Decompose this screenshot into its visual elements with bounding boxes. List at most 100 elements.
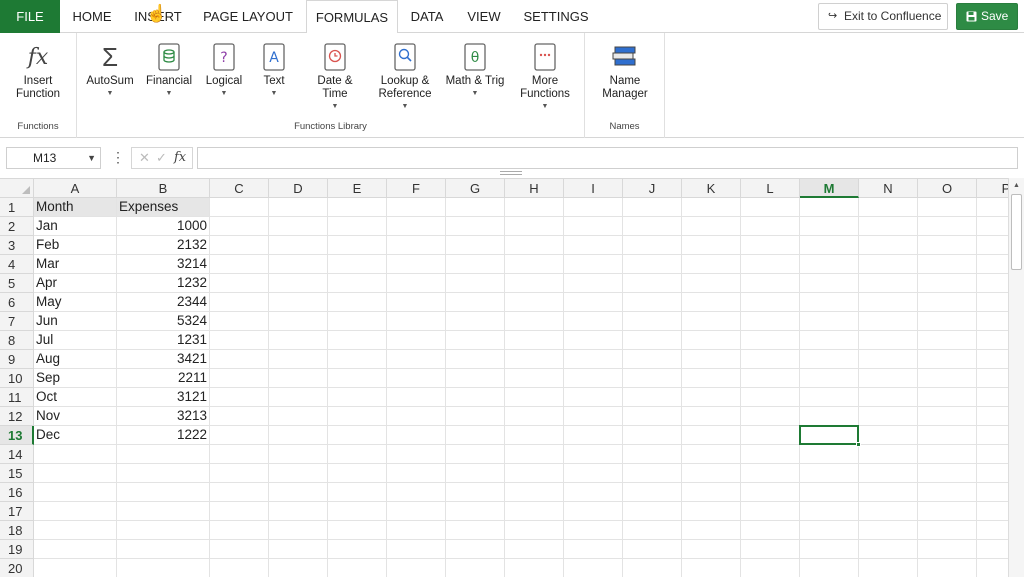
cell-o18[interactable] (918, 521, 977, 540)
cell-d12[interactable] (269, 407, 328, 426)
cell-f7[interactable] (387, 312, 446, 331)
cell-o13[interactable] (918, 426, 977, 445)
cell-g4[interactable] (446, 255, 505, 274)
cell-g6[interactable] (446, 293, 505, 312)
cell-l6[interactable] (741, 293, 800, 312)
cell-l4[interactable] (741, 255, 800, 274)
cell-i7[interactable] (564, 312, 623, 331)
cell-a1[interactable]: Month (34, 198, 117, 217)
cancel-icon[interactable]: ✕ (139, 148, 150, 168)
cell-i9[interactable] (564, 350, 623, 369)
cell-d7[interactable] (269, 312, 328, 331)
cell-p20[interactable] (977, 559, 1008, 577)
tab-file[interactable]: FILE (0, 0, 60, 33)
cell-d20[interactable] (269, 559, 328, 577)
cell-h5[interactable] (505, 274, 564, 293)
tab-data[interactable]: DATA (402, 0, 452, 33)
tab-home[interactable]: HOME (62, 0, 122, 33)
cell-k2[interactable] (682, 217, 741, 236)
math-trig-button[interactable]: θ Math & Trig ▼ (443, 39, 507, 99)
cell-p2[interactable] (977, 217, 1008, 236)
cell-n20[interactable] (859, 559, 918, 577)
cell-m9[interactable] (800, 350, 859, 369)
cell-m11[interactable] (800, 388, 859, 407)
column-header-b[interactable]: B (117, 179, 210, 198)
cell-i12[interactable] (564, 407, 623, 426)
cell-h14[interactable] (505, 445, 564, 464)
logical-button[interactable]: ? Logical ▼ (199, 39, 249, 99)
row-header-2[interactable]: 2 (0, 217, 34, 236)
cell-k3[interactable] (682, 236, 741, 255)
cell-l10[interactable] (741, 369, 800, 388)
column-header-l[interactable]: L (741, 179, 800, 198)
cell-c5[interactable] (210, 274, 269, 293)
cell-m7[interactable] (800, 312, 859, 331)
cell-d8[interactable] (269, 331, 328, 350)
column-header-a[interactable]: A (34, 179, 117, 198)
cell-i18[interactable] (564, 521, 623, 540)
cell-e4[interactable] (328, 255, 387, 274)
row-header-12[interactable]: 12 (0, 407, 34, 426)
cell-k1[interactable] (682, 198, 741, 217)
cell-h8[interactable] (505, 331, 564, 350)
column-header-c[interactable]: C (210, 179, 269, 198)
cell-o9[interactable] (918, 350, 977, 369)
cell-n4[interactable] (859, 255, 918, 274)
cell-c8[interactable] (210, 331, 269, 350)
row-header-8[interactable]: 8 (0, 331, 34, 350)
cell-j1[interactable] (623, 198, 682, 217)
cell-h11[interactable] (505, 388, 564, 407)
cell-b15[interactable] (117, 464, 210, 483)
column-header-e[interactable]: E (328, 179, 387, 198)
cell-p19[interactable] (977, 540, 1008, 559)
tab-settings[interactable]: SETTINGS (516, 0, 596, 33)
cell-o4[interactable] (918, 255, 977, 274)
cell-m8[interactable] (800, 331, 859, 350)
insert-function-button[interactable]: fx Insert Function (6, 39, 70, 101)
cell-a12[interactable]: Nov (34, 407, 117, 426)
cell-j8[interactable] (623, 331, 682, 350)
cell-h6[interactable] (505, 293, 564, 312)
cell-o3[interactable] (918, 236, 977, 255)
chevron-down-icon[interactable]: ▼ (87, 148, 96, 168)
cell-a16[interactable] (34, 483, 117, 502)
cell-j16[interactable] (623, 483, 682, 502)
formula-input[interactable] (197, 147, 1018, 169)
cell-b17[interactable] (117, 502, 210, 521)
row-header-10[interactable]: 10 (0, 369, 34, 388)
cell-n5[interactable] (859, 274, 918, 293)
cell-h3[interactable] (505, 236, 564, 255)
row-header-20[interactable]: 20 (0, 559, 34, 577)
row-header-11[interactable]: 11 (0, 388, 34, 407)
cell-o14[interactable] (918, 445, 977, 464)
cell-i15[interactable] (564, 464, 623, 483)
cell-c1[interactable] (210, 198, 269, 217)
cell-c14[interactable] (210, 445, 269, 464)
column-header-d[interactable]: D (269, 179, 328, 198)
cell-l9[interactable] (741, 350, 800, 369)
cell-n1[interactable] (859, 198, 918, 217)
cell-c7[interactable] (210, 312, 269, 331)
cell-f16[interactable] (387, 483, 446, 502)
cell-k6[interactable] (682, 293, 741, 312)
cell-j2[interactable] (623, 217, 682, 236)
cell-e15[interactable] (328, 464, 387, 483)
cell-k13[interactable] (682, 426, 741, 445)
cell-h2[interactable] (505, 217, 564, 236)
name-box[interactable]: M13 ▼ (6, 147, 101, 169)
cell-n7[interactable] (859, 312, 918, 331)
cell-a10[interactable]: Sep (34, 369, 117, 388)
cell-k14[interactable] (682, 445, 741, 464)
cell-d15[interactable] (269, 464, 328, 483)
cell-d19[interactable] (269, 540, 328, 559)
cell-f1[interactable] (387, 198, 446, 217)
column-header-j[interactable]: J (623, 179, 682, 198)
cell-m20[interactable] (800, 559, 859, 577)
cell-a2[interactable]: Jan (34, 217, 117, 236)
cell-d10[interactable] (269, 369, 328, 388)
cell-j4[interactable] (623, 255, 682, 274)
cell-k4[interactable] (682, 255, 741, 274)
row-header-9[interactable]: 9 (0, 350, 34, 369)
cell-f10[interactable] (387, 369, 446, 388)
cell-c4[interactable] (210, 255, 269, 274)
